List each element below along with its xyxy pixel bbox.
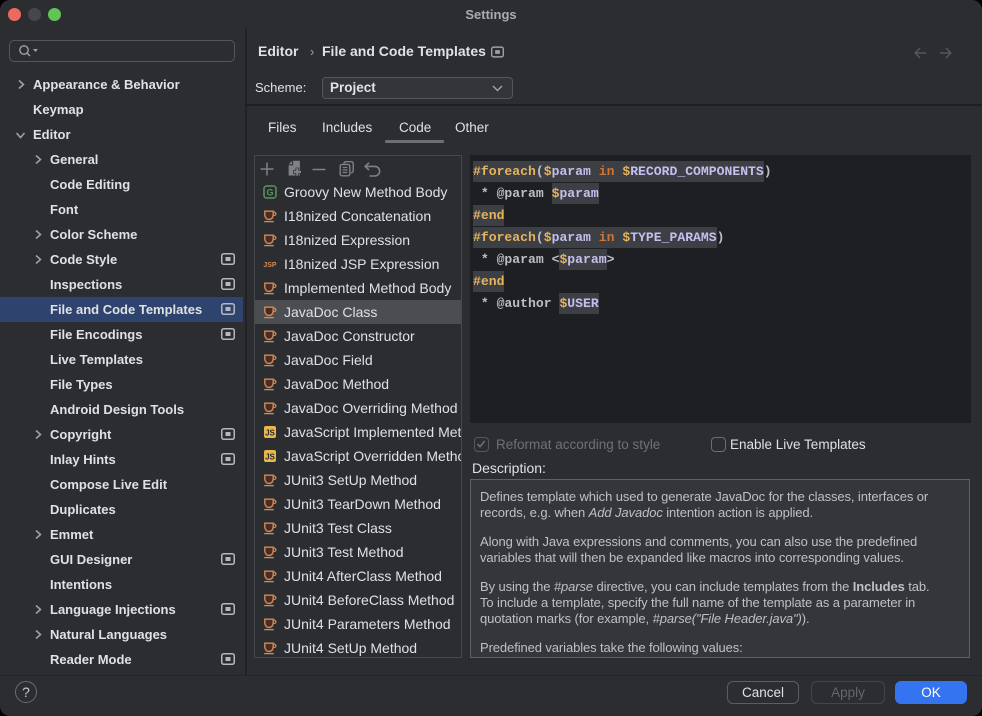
svg-text:JSP: JSP	[263, 262, 277, 269]
svg-text:JS: JS	[265, 429, 275, 438]
svg-text:JS: JS	[265, 453, 275, 462]
svg-text:G: G	[266, 188, 273, 198]
